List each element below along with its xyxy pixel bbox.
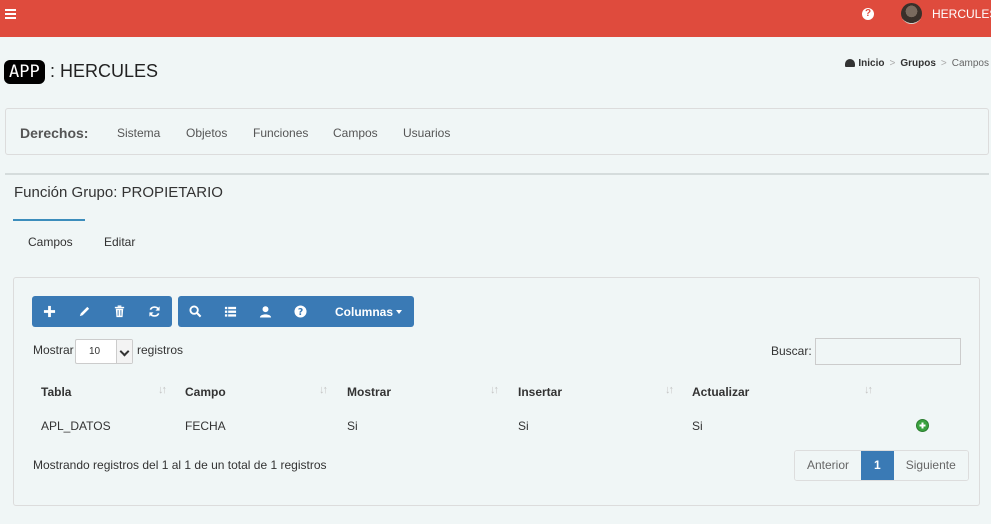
caret-down-icon — [396, 309, 403, 314]
search-input[interactable] — [815, 338, 961, 365]
sort-icon[interactable]: ↓↑ — [864, 384, 873, 396]
rights-nav: Derechos: Sistema Objetos Funciones Camp… — [5, 108, 989, 155]
add-button[interactable] — [32, 296, 67, 327]
tab-editar[interactable]: Editar — [104, 235, 135, 249]
rights-item-sistema[interactable]: Sistema — [117, 126, 160, 140]
page-length-select[interactable]: 10 — [75, 339, 133, 364]
rights-item-usuarios[interactable]: Usuarios — [403, 126, 450, 140]
hamburger-menu-icon[interactable] — [5, 9, 16, 19]
delete-button[interactable] — [102, 296, 137, 327]
show-label: Mostrar — [33, 343, 74, 357]
sort-icon[interactable]: ↓↑ — [319, 384, 328, 396]
breadcrumb: Inicio > Grupos > Campos — [845, 58, 989, 69]
dashboard-icon — [845, 59, 856, 67]
sort-icon[interactable]: ↓↑ — [490, 384, 499, 396]
pagination: Anterior 1 Siguiente — [794, 450, 969, 481]
search-label: Buscar: — [771, 344, 812, 358]
breadcrumb-separator: > — [940, 58, 947, 69]
breadcrumb-current: Campos — [951, 58, 989, 69]
tab-campos[interactable]: Campos — [28, 235, 73, 249]
refresh-icon — [149, 306, 160, 317]
top-navbar: ? HERCULES — [0, 0, 991, 37]
svg-text:?: ? — [298, 307, 303, 318]
table-cell-tabla: APL_DATOS — [41, 419, 111, 433]
list-icon — [224, 306, 237, 317]
column-header-actualizar[interactable]: Actualizar — [692, 385, 749, 399]
edit-button[interactable] — [67, 296, 102, 327]
rights-item-objetos[interactable]: Objetos — [186, 126, 227, 140]
add-row-icon[interactable] — [916, 419, 929, 432]
plus-icon — [43, 305, 56, 318]
list-button[interactable] — [213, 296, 248, 327]
table-cell-mostrar: Si — [347, 419, 358, 433]
crud-button-group — [32, 296, 172, 327]
column-header-tabla[interactable]: Tabla — [41, 385, 71, 399]
pencil-icon — [79, 306, 90, 317]
page-title: : HERCULES — [50, 61, 159, 81]
search-icon — [189, 305, 202, 318]
page-length-value: 10 — [89, 346, 101, 357]
section-title: Función Grupo: PROPIETARIO — [14, 184, 223, 201]
user-menu-name[interactable]: HERCULES — [932, 7, 991, 21]
table-cell-campo: FECHA — [185, 419, 226, 433]
section-divider — [5, 173, 989, 175]
refresh-button[interactable] — [137, 296, 172, 327]
user-avatar[interactable] — [901, 3, 922, 24]
records-label: registros — [137, 343, 184, 357]
table-info: Mostrando registros del 1 al 1 de un tot… — [33, 458, 327, 472]
user-icon — [259, 306, 272, 318]
help-button[interactable]: ? — [283, 296, 318, 327]
column-header-mostrar[interactable]: Mostrar — [347, 385, 391, 399]
tools-button-group: ? Columnas — [178, 296, 415, 327]
user-button[interactable] — [248, 296, 283, 327]
pagination-previous[interactable]: Anterior — [795, 451, 862, 480]
help-icon[interactable]: ? — [862, 8, 874, 20]
chevron-down-icon — [116, 340, 132, 363]
search-button[interactable] — [178, 296, 213, 327]
sort-icon[interactable]: ↓↑ — [665, 384, 674, 396]
columns-label: Columnas — [335, 304, 394, 319]
breadcrumb-home[interactable]: Inicio — [845, 58, 885, 69]
section-title-underline — [13, 219, 85, 221]
app-logo-badge: APP — [4, 60, 45, 84]
sort-icon[interactable]: ↓↑ — [158, 384, 167, 396]
columns-dropdown-button[interactable]: Columnas — [318, 296, 414, 327]
column-header-campo[interactable]: Campo — [185, 385, 226, 399]
pagination-next[interactable]: Siguiente — [893, 451, 968, 480]
help-icon: ? — [294, 305, 307, 318]
column-header-insertar[interactable]: Insertar — [518, 385, 562, 399]
rights-item-campos[interactable]: Campos — [333, 126, 378, 140]
rights-item-funciones[interactable]: Funciones — [253, 126, 308, 140]
pagination-page[interactable]: 1 — [861, 451, 894, 480]
trash-icon — [114, 305, 125, 318]
table-cell-actualizar: Si — [692, 419, 703, 433]
rights-label: Derechos: — [20, 125, 89, 141]
breadcrumb-separator: > — [889, 58, 896, 69]
table-cell-insertar: Si — [518, 419, 529, 433]
breadcrumb-groups[interactable]: Grupos — [900, 58, 936, 69]
